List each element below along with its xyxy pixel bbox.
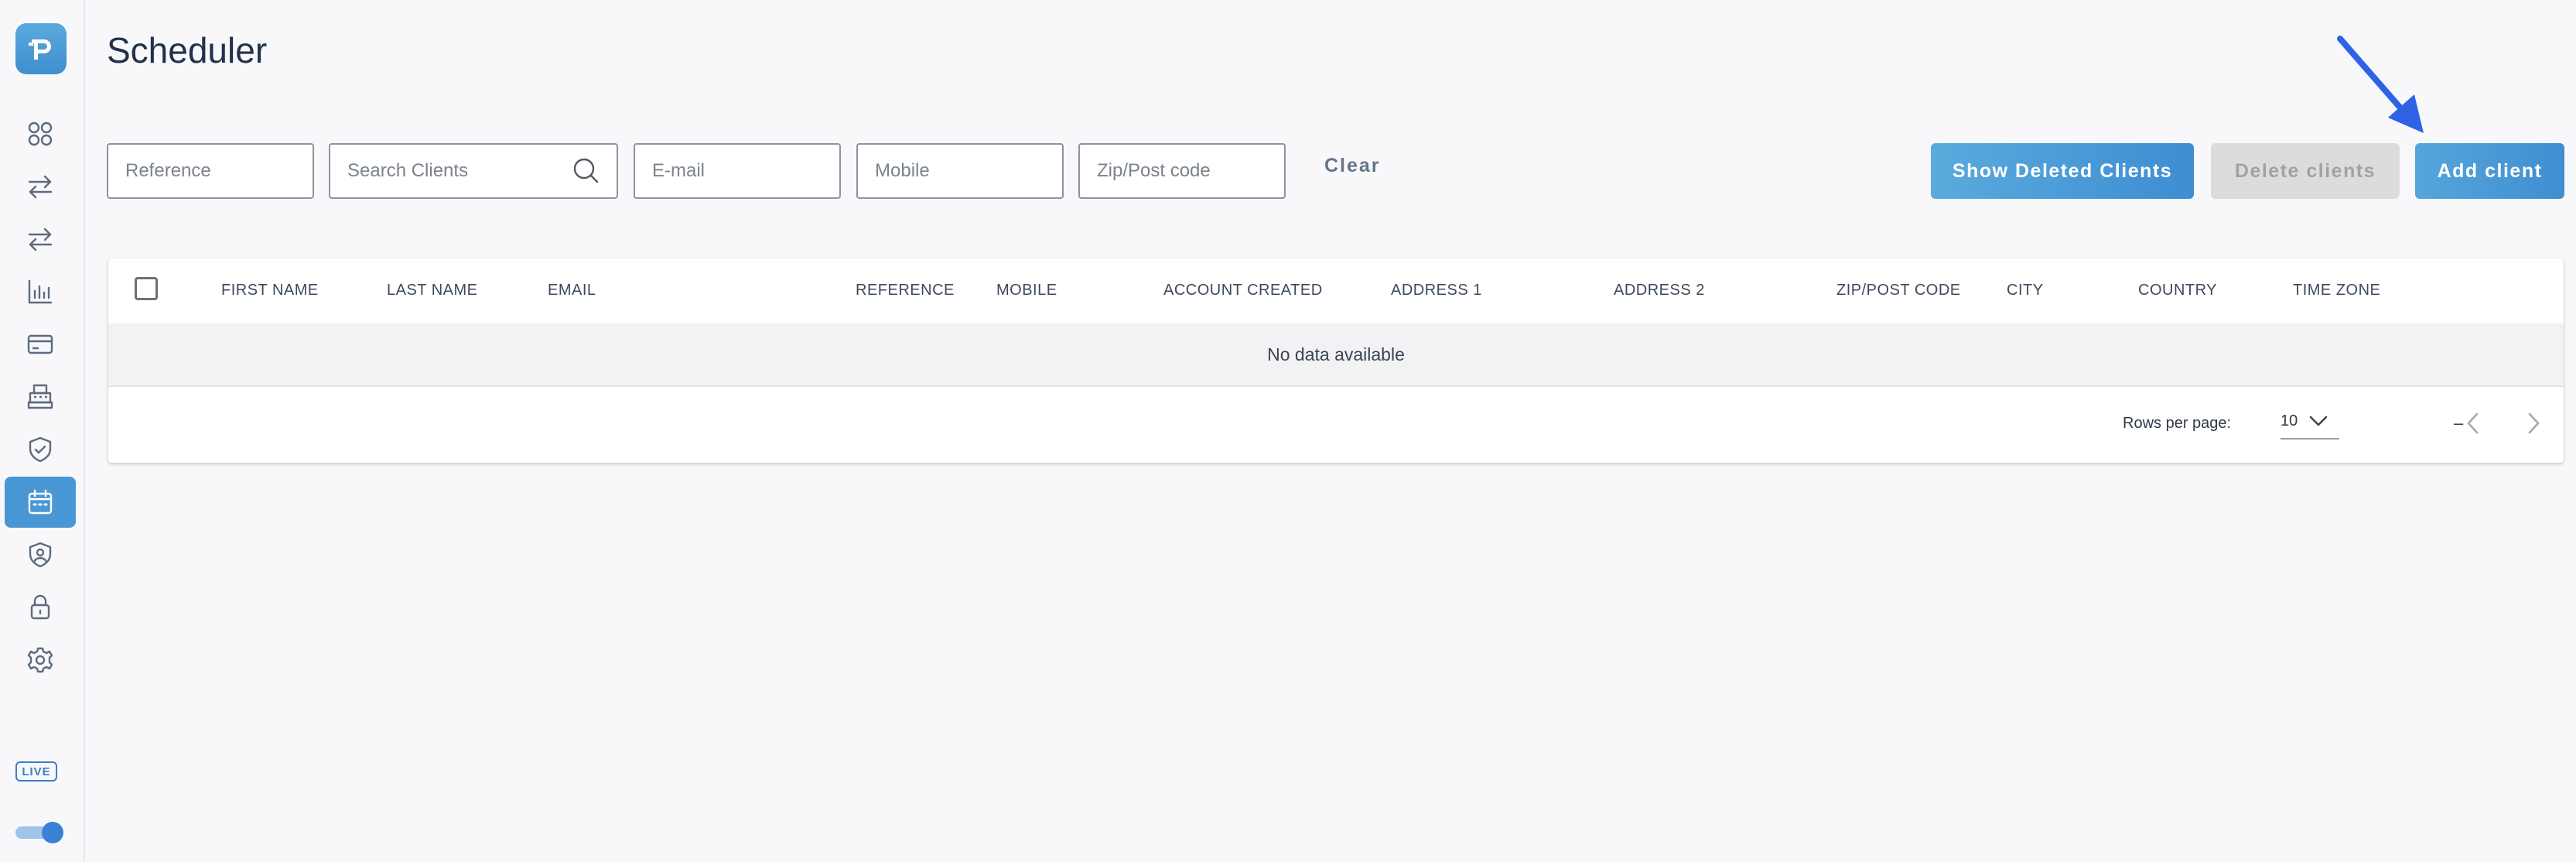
email-input[interactable]	[651, 159, 824, 183]
mobile-input[interactable]	[873, 159, 1047, 183]
transfer-icon	[28, 175, 53, 199]
app-logo[interactable]	[15, 23, 67, 74]
toggle-knob	[42, 822, 63, 843]
empty-state-row: No data available	[108, 323, 2564, 387]
lock-icon	[30, 594, 50, 620]
annotation-arrow-icon	[2337, 36, 2424, 133]
column-reference[interactable]: REFERENCE	[856, 282, 955, 299]
column-city[interactable]: CITY	[2007, 282, 2044, 299]
credit-card-icon	[27, 334, 53, 354]
empty-state-text: No data available	[1267, 344, 1405, 364]
page-range-text: –	[2454, 413, 2464, 433]
shield-check-icon	[29, 436, 52, 463]
delete-clients-button[interactable]: Delete clients	[2211, 143, 2400, 199]
column-last-name[interactable]: LAST NAME	[387, 282, 478, 299]
table-header: FIRST NAME LAST NAME EMAIL REFERENCE MOB…	[108, 258, 2564, 325]
zip-input[interactable]	[1095, 159, 1269, 183]
shield-user-icon	[29, 542, 52, 568]
live-mode-toggle[interactable]	[15, 822, 63, 843]
live-mode-badge: LIVE	[15, 761, 57, 782]
sidebar-item-exchange[interactable]	[5, 214, 76, 265]
mobile-field[interactable]	[856, 143, 1064, 199]
exchange-icon	[28, 227, 53, 251]
reference-field[interactable]	[107, 143, 314, 199]
chevron-left-icon[interactable]	[2463, 412, 2483, 435]
chevron-down-icon	[2309, 416, 2328, 426]
column-email[interactable]: EMAIL	[548, 282, 596, 299]
search-icon[interactable]	[570, 156, 601, 186]
sidebar-item-security[interactable]	[5, 424, 76, 475]
sidebar-item-users[interactable]	[5, 529, 76, 580]
pos-terminal-icon	[27, 384, 53, 409]
rows-per-page-value: 10	[2280, 412, 2298, 429]
clients-table: FIRST NAME LAST NAME EMAIL REFERENCE MOB…	[108, 258, 2564, 463]
column-country[interactable]: COUNTRY	[2138, 282, 2217, 299]
column-zip-post-code[interactable]: ZIP/POST CODE	[1836, 282, 1961, 299]
show-deleted-clients-button[interactable]: Show Deleted Clients	[1931, 143, 2194, 199]
column-first-name[interactable]: FIRST NAME	[221, 282, 319, 299]
search-input[interactable]	[346, 159, 570, 183]
rows-per-page-label: Rows per page:	[2123, 415, 2232, 432]
column-mobile[interactable]: MOBILE	[996, 282, 1057, 299]
sidebar-item-transfers[interactable]	[5, 161, 76, 212]
bar-chart-icon	[28, 279, 53, 304]
email-field[interactable]	[634, 143, 841, 199]
column-address-2[interactable]: ADDRESS 2	[1614, 282, 1705, 299]
column-address-1[interactable]: ADDRESS 1	[1391, 282, 1482, 299]
add-client-button[interactable]: Add client	[2415, 143, 2564, 199]
clear-button[interactable]: Clear	[1324, 155, 1381, 177]
sidebar-item-dashboard[interactable]	[5, 108, 76, 159]
sidebar-item-locks[interactable]	[5, 582, 76, 633]
select-all-checkbox[interactable]	[135, 277, 158, 300]
page-title: Scheduler	[107, 30, 268, 70]
rows-per-page-select[interactable]: 10	[2280, 404, 2339, 440]
column-time-zone[interactable]: TIME ZONE	[2293, 282, 2380, 299]
sidebar-item-scheduler[interactable]	[5, 477, 76, 528]
sidebar-item-terminals[interactable]	[5, 371, 76, 422]
grid-icon	[28, 121, 53, 146]
logo-p-icon	[29, 39, 51, 60]
reference-input[interactable]	[124, 159, 297, 183]
gear-icon	[27, 647, 53, 673]
zip-field[interactable]	[1078, 143, 1286, 199]
sidebar-item-settings[interactable]	[5, 635, 76, 686]
search-field[interactable]	[329, 143, 618, 199]
calendar-icon	[28, 489, 53, 515]
sidebar-item-reports[interactable]	[5, 266, 76, 317]
column-account-created[interactable]: ACCOUNT CREATED	[1163, 282, 1323, 299]
sidebar-item-cards[interactable]	[5, 319, 76, 370]
chevron-right-icon[interactable]	[2523, 412, 2544, 435]
sidebar: LIVE	[0, 0, 85, 862]
